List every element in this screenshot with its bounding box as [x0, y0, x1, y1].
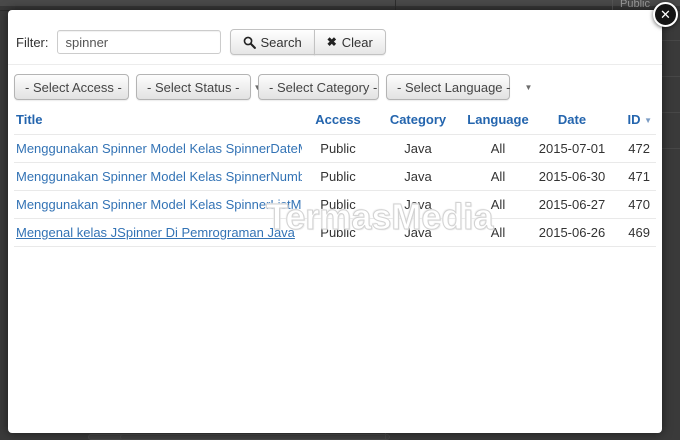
column-header-access[interactable]: Access — [302, 107, 374, 135]
table-row: Menggunakan Spinner Model Kelas SpinnerN… — [14, 162, 656, 191]
background-row-line — [662, 76, 680, 77]
article-select-modal: Filter: Search ✖ Clear - Select Access -… — [8, 10, 662, 433]
background-row-line — [662, 112, 680, 113]
chevron-down-icon: ▼ — [524, 82, 533, 92]
clear-icon: ✖ — [326, 35, 337, 49]
cell-id: 472 — [610, 134, 656, 163]
cell-date: 2015-07-01 — [534, 134, 610, 163]
filter-input[interactable] — [56, 30, 221, 54]
cell-category: Java — [374, 190, 462, 219]
select-status-dropdown[interactable]: - Select Status - ▼ — [136, 74, 261, 100]
background-button-shape — [120, 434, 390, 440]
sort-desc-icon: ▼ — [644, 116, 652, 125]
article-link[interactable]: Mengenal kelas JSpinner Di Pemrograman J… — [16, 225, 295, 240]
search-button[interactable]: Search — [229, 29, 315, 55]
cell-language: All — [462, 134, 534, 163]
cell-date: 2015-06-26 — [534, 218, 610, 247]
cell-language: All — [462, 190, 534, 219]
select-category-dropdown[interactable]: - Select Category - ▼ — [258, 74, 399, 100]
clear-button[interactable]: ✖ Clear — [313, 29, 386, 55]
cell-date: 2015-06-30 — [534, 162, 610, 191]
cell-category: Java — [374, 162, 462, 191]
article-link[interactable]: Menggunakan Spinner Model Kelas SpinnerL… — [16, 197, 302, 212]
column-header-language[interactable]: Language — [462, 107, 534, 135]
select-category-label: - Select Category - — [269, 79, 378, 95]
select-language-dropdown[interactable]: - Select Language - ▼ — [386, 74, 532, 100]
filter-label: Filter: — [16, 34, 49, 50]
select-access-dropdown[interactable]: - Select Access - ▼ — [14, 74, 144, 100]
article-link[interactable]: Menggunakan Spinner Model Kelas SpinnerD… — [16, 141, 302, 156]
cell-access: Public — [302, 190, 374, 219]
clear-button-label: Clear — [341, 34, 373, 50]
article-link[interactable]: Menggunakan Spinner Model Kelas SpinnerN… — [16, 169, 302, 184]
table-row: Mengenal kelas JSpinner Di Pemrograman J… — [14, 218, 656, 247]
table-header-row: Title Access Category Language Date ID ▼ — [14, 107, 656, 135]
column-header-id-label: ID — [627, 112, 641, 127]
cell-language: All — [462, 218, 534, 247]
articles-table: Title Access Category Language Date ID ▼… — [14, 107, 656, 247]
select-access-label: - Select Access - — [25, 79, 122, 95]
filter-selects-row: - Select Access - ▼ - Select Status - ▼ … — [8, 65, 662, 107]
table-row: Menggunakan Spinner Model Kelas SpinnerD… — [14, 134, 656, 163]
close-icon[interactable]: ✕ — [653, 2, 678, 27]
search-icon — [243, 36, 256, 49]
cell-access: Public — [302, 162, 374, 191]
cell-access: Public — [302, 218, 374, 247]
select-language-label: - Select Language - — [397, 79, 511, 95]
column-header-category[interactable]: Category — [374, 107, 462, 135]
cell-access: Public — [302, 134, 374, 163]
background-row-line — [662, 148, 680, 149]
column-header-id[interactable]: ID ▼ — [610, 107, 656, 135]
background-row-line — [662, 40, 680, 41]
column-header-date[interactable]: Date — [534, 107, 610, 135]
column-header-title[interactable]: Title — [14, 107, 302, 135]
filter-bar: Filter: Search ✖ Clear — [8, 10, 662, 65]
cell-id: 470 — [610, 190, 656, 219]
cell-language: All — [462, 162, 534, 191]
cell-date: 2015-06-27 — [534, 190, 610, 219]
filter-actions: Search ✖ Clear — [229, 29, 386, 55]
cell-category: Java — [374, 218, 462, 247]
table-row: Menggunakan Spinner Model Kelas SpinnerL… — [14, 190, 656, 219]
cell-id: 471 — [610, 162, 656, 191]
background-divider — [385, 433, 386, 440]
cell-category: Java — [374, 134, 462, 163]
select-status-label: - Select Status - — [147, 79, 240, 95]
background-peek-text: Public — [620, 0, 650, 10]
cell-id: 469 — [610, 218, 656, 247]
search-button-label: Search — [260, 34, 302, 50]
